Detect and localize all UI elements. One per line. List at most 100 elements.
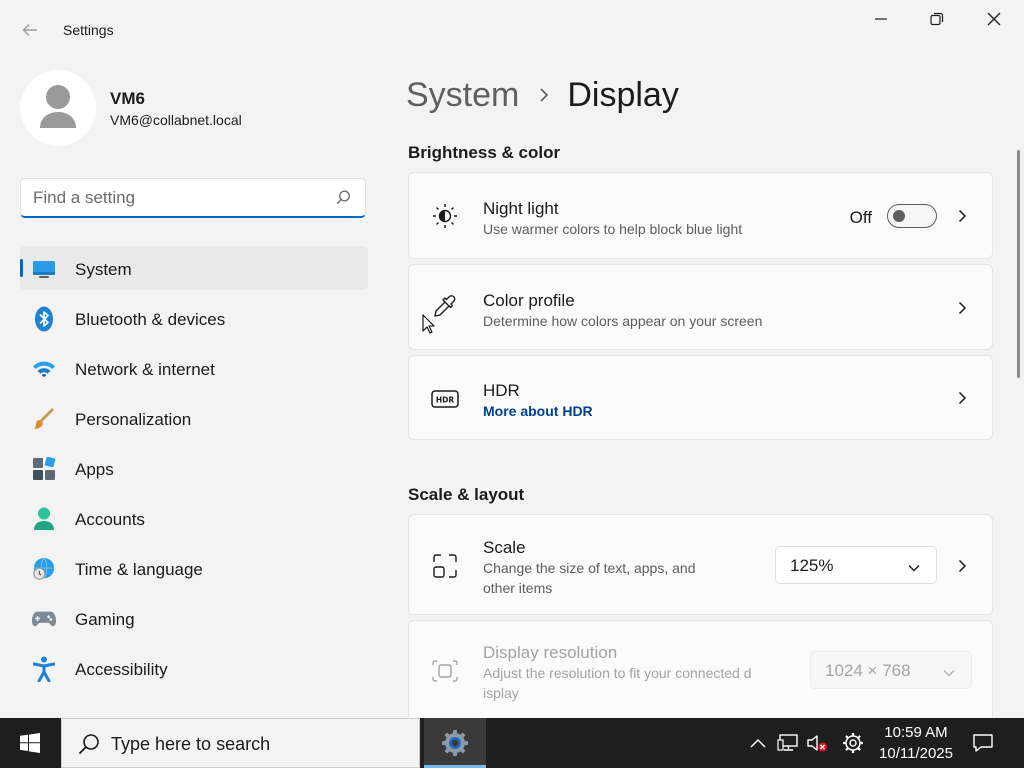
svg-text:HDR: HDR: [436, 396, 455, 405]
paintbrush-icon: [32, 407, 56, 431]
back-button[interactable]: [14, 16, 46, 44]
sidebar-item-label: Apps: [75, 460, 114, 479]
scale-value: 125%: [790, 556, 834, 575]
profile-name: VM6: [110, 89, 145, 108]
taskbar-clock[interactable]: 10:59 AM 10/11/2025: [874, 722, 958, 764]
chevron-right-icon: [539, 87, 549, 103]
sidebar-item-label: Network & internet: [75, 360, 215, 379]
color-profile-title: Color profile: [483, 291, 575, 310]
breadcrumb: System Display: [406, 74, 679, 116]
night-light-toggle[interactable]: [887, 204, 937, 228]
section-title-brightness: Brightness & color: [408, 143, 561, 162]
sidebar-item-label: System: [75, 260, 132, 279]
night-light-subtitle: Use warmer colors to help block blue lig…: [483, 221, 743, 237]
find-setting-search[interactable]: [20, 178, 366, 218]
sidebar-item-gaming[interactable]: Gaming: [20, 596, 368, 640]
sidebar-item-accounts[interactable]: Accounts: [20, 496, 368, 540]
more-about-hdr-link[interactable]: More about HDR: [483, 403, 593, 419]
section-title-scale-layout: Scale & layout: [408, 485, 525, 504]
network-wired-icon[interactable]: [777, 732, 799, 754]
display-resolution-subtitle-line1: Adjust the resolution to fit your connec…: [483, 665, 752, 681]
minimize-icon: [875, 18, 887, 20]
close-button[interactable]: [971, 4, 1017, 34]
night-light-state: Off: [849, 208, 872, 227]
sidebar-item-network[interactable]: Network & internet: [20, 346, 368, 390]
sidebar-item-system[interactable]: System: [20, 246, 368, 290]
apps-icon: [32, 457, 56, 481]
sidebar-item-apps[interactable]: Apps: [20, 446, 368, 490]
windows-logo-icon: [20, 733, 40, 753]
restore-button[interactable]: [914, 4, 960, 34]
notification-center-icon[interactable]: [968, 730, 998, 756]
scale-subtitle-line2: other items: [483, 580, 553, 596]
chevron-right-icon[interactable]: [954, 208, 970, 224]
taskbar-search-box[interactable]: Type here to search: [61, 718, 420, 768]
hdr-title: HDR: [483, 381, 520, 400]
volume-muted-icon[interactable]: [806, 732, 828, 754]
profile-email: VM6@collabnet.local: [110, 112, 242, 128]
search-input[interactable]: [33, 187, 323, 209]
wifi-icon: [32, 357, 56, 381]
taskbar-settings-app[interactable]: [424, 718, 486, 768]
sidebar-item-label: Accessibility: [75, 660, 168, 679]
back-arrow-icon: [22, 24, 37, 36]
close-icon: [987, 12, 1001, 26]
sidebar-item-accessibility[interactable]: Accessibility: [20, 646, 368, 690]
gamepad-icon: [32, 607, 56, 631]
minimize-button[interactable]: [858, 4, 904, 34]
sidebar-item-label: Personalization: [75, 410, 192, 429]
start-button[interactable]: [0, 718, 60, 768]
search-icon: [78, 733, 100, 760]
scale-card[interactable]: Scale Change the size of text, apps, and…: [408, 514, 993, 615]
display-resolution-dropdown: 1024 × 768: [810, 651, 972, 689]
settings-window: Settings VM6 VM6@collabnet.local Syste: [0, 0, 1024, 718]
search-icon[interactable]: [336, 190, 351, 210]
scale-resize-icon: [429, 550, 461, 582]
user-profile[interactable]: VM6 VM6@collabnet.local: [20, 70, 370, 146]
restore-icon: [930, 12, 944, 26]
sidebar-item-label: Bluetooth & devices: [75, 310, 226, 329]
sidebar-item-personalization[interactable]: Personalization: [20, 396, 368, 440]
accessibility-icon: [32, 656, 56, 682]
clock-time: 10:59 AM: [884, 724, 948, 741]
content-scrollbar[interactable]: [1017, 150, 1020, 378]
scale-title: Scale: [483, 538, 526, 557]
hdr-card[interactable]: HDR HDR More about HDR: [408, 355, 993, 440]
taskbar: Type here to search 10:59 AM 10/11/2025: [0, 718, 1024, 768]
color-profile-card[interactable]: Color profile Determine how colors appea…: [408, 264, 993, 350]
globe-clock-icon: [32, 557, 56, 581]
display-resolution-value: 1024 × 768: [825, 661, 911, 680]
chevron-down-icon: [908, 559, 920, 577]
chevron-down-icon: [943, 664, 955, 682]
hdr-icon: HDR: [429, 383, 461, 415]
toggle-knob: [893, 210, 905, 222]
chevron-right-icon[interactable]: [954, 390, 970, 406]
title-bar: Settings: [0, 0, 1024, 40]
chevron-right-icon[interactable]: [954, 300, 970, 316]
app-title: Settings: [63, 22, 114, 38]
display-resolution-card: Display resolution Adjust the resolution…: [408, 620, 993, 718]
accounts-icon: [32, 507, 56, 531]
taskbar-search-placeholder: Type here to search: [111, 734, 271, 754]
display-resolution-icon: [429, 655, 461, 687]
sidebar-item-label: Gaming: [75, 610, 135, 629]
night-light-icon: [429, 200, 461, 232]
night-light-title: Night light: [483, 199, 559, 218]
settings-gear-icon: [442, 730, 468, 756]
settings-gear-tray-icon[interactable]: [842, 732, 864, 754]
show-hidden-icons-chevron-up-icon[interactable]: [747, 732, 769, 754]
mouse-cursor-icon: [422, 314, 435, 339]
sidebar-item-time-language[interactable]: Time & language: [20, 546, 368, 590]
scale-dropdown[interactable]: 125%: [775, 546, 937, 584]
breadcrumb-parent-link[interactable]: System: [406, 76, 519, 115]
avatar: [20, 70, 96, 146]
display-resolution-title: Display resolution: [483, 643, 618, 662]
sidebar-item-bluetooth[interactable]: Bluetooth & devices: [20, 296, 368, 340]
sidebar-item-label: Accounts: [75, 510, 145, 529]
page-title: Display: [567, 75, 679, 114]
night-light-card[interactable]: Night light Use warmer colors to help bl…: [408, 172, 993, 259]
chevron-right-icon[interactable]: [954, 558, 970, 574]
system-display-icon: [32, 257, 56, 281]
sidebar-nav: System Bluetooth & devices Network & int…: [20, 246, 368, 696]
color-profile-subtitle: Determine how colors appear on your scre…: [483, 313, 763, 329]
